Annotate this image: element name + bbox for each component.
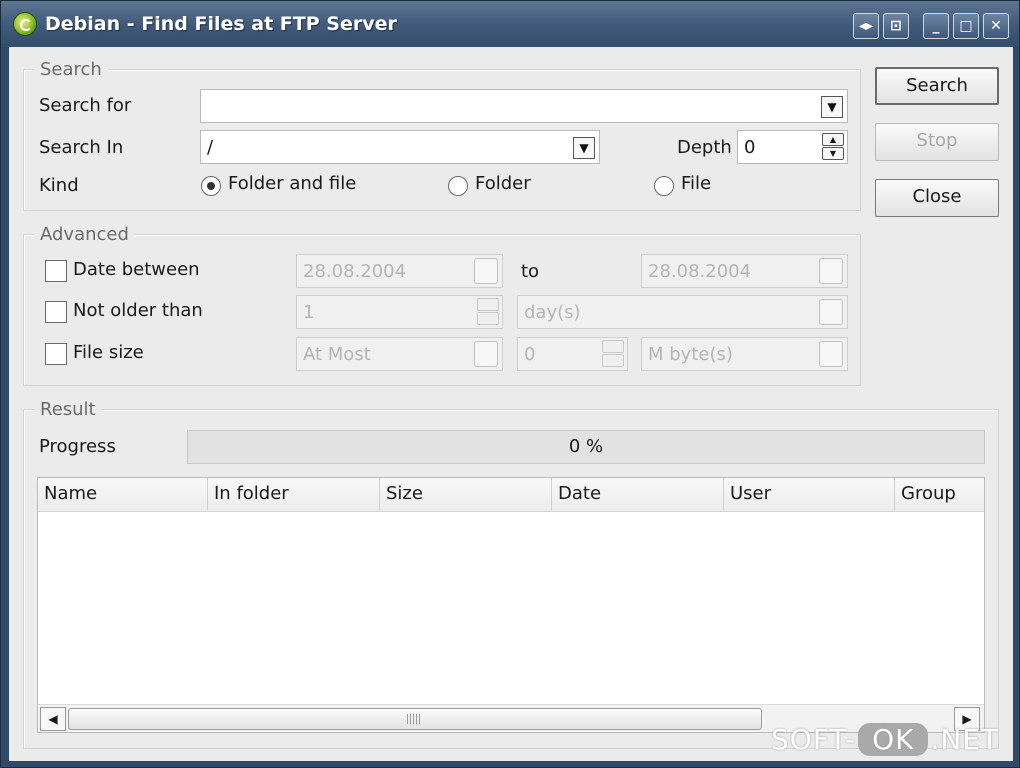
- progress-label: Progress: [39, 436, 116, 457]
- not-older-value: 1: [303, 302, 315, 323]
- calendar-icon[interactable]: [474, 258, 498, 284]
- dialog-client-area: Search Search for ▼ Search In / ▼ Depth …: [9, 47, 1013, 761]
- result-group-title: Result: [34, 399, 102, 420]
- spin-buttons[interactable]: [602, 340, 624, 368]
- watermark-middle: OK: [858, 723, 929, 756]
- spin-up-icon[interactable]: [602, 340, 624, 353]
- not-older-unit-combo[interactable]: day(s): [517, 295, 848, 329]
- date-from-value: 28.08.2004: [303, 261, 407, 282]
- watermark: SOFT- OK .NET: [771, 723, 999, 767]
- date-to-picker[interactable]: 28.08.2004: [641, 254, 848, 288]
- advanced-group-title: Advanced: [34, 224, 135, 245]
- scrollbar-thumb[interactable]: [68, 708, 762, 730]
- kind-radio-folder-and-file[interactable]: [201, 176, 221, 196]
- to-label: to: [521, 261, 540, 282]
- kind-option-file[interactable]: File: [681, 173, 711, 194]
- not-older-than-checkbox[interactable]: [45, 301, 67, 323]
- spin-buttons[interactable]: ▲ ▼: [822, 133, 844, 161]
- file-size-unit-value: M byte(s): [648, 344, 733, 365]
- dropdown-arrow-icon[interactable]: [474, 341, 498, 367]
- find-files-window: Debian - Find Files at FTP Server ◂▸ ⊡ _…: [0, 0, 1020, 768]
- results-list-header: Name In folder Size Date User Group: [38, 478, 984, 512]
- grip-icon: [407, 714, 421, 724]
- date-between-label[interactable]: Date between: [73, 259, 200, 280]
- file-size-label[interactable]: File size: [73, 342, 144, 363]
- not-older-unit-value: day(s): [524, 302, 581, 323]
- dropdown-arrow-icon[interactable]: [819, 299, 843, 325]
- column-header-name[interactable]: Name: [38, 478, 208, 512]
- depth-label: Depth: [677, 137, 732, 158]
- progress-text: 0 %: [568, 436, 604, 457]
- stop-button[interactable]: Stop: [875, 123, 999, 161]
- file-size-checkbox[interactable]: [45, 343, 67, 365]
- spin-up-icon[interactable]: ▲: [822, 133, 844, 146]
- file-size-mode-combo[interactable]: At Most: [296, 337, 503, 371]
- close-window-icon[interactable]: ✕: [983, 13, 1009, 39]
- not-older-than-label[interactable]: Not older than: [73, 300, 203, 321]
- app-icon: [13, 12, 37, 36]
- search-in-label: Search In: [39, 137, 124, 158]
- results-list[interactable]: Name In folder Size Date User Group ◀ ▶: [37, 477, 985, 733]
- spin-down-icon[interactable]: [477, 312, 499, 325]
- not-older-spinner[interactable]: 1: [296, 295, 503, 329]
- column-header-in-folder[interactable]: In folder: [208, 478, 380, 512]
- spin-up-icon[interactable]: [477, 298, 499, 311]
- file-size-unit-combo[interactable]: M byte(s): [641, 337, 848, 371]
- watermark-right: .NET: [930, 723, 1000, 756]
- title-bar[interactable]: Debian - Find Files at FTP Server ◂▸ ⊡ _…: [1, 1, 1019, 47]
- file-size-spinner[interactable]: 0: [517, 337, 628, 371]
- kind-radio-file[interactable]: [654, 176, 674, 196]
- date-between-checkbox[interactable]: [45, 260, 67, 282]
- column-header-size[interactable]: Size: [380, 478, 552, 512]
- column-header-date[interactable]: Date: [552, 478, 724, 512]
- search-in-value: /: [207, 137, 214, 158]
- shade-icon[interactable]: ◂▸: [853, 13, 879, 39]
- kind-radio-folder[interactable]: [448, 176, 468, 196]
- pin-icon[interactable]: ⊡: [883, 13, 909, 39]
- spin-down-icon[interactable]: ▼: [822, 147, 844, 160]
- search-in-combo[interactable]: / ▼: [200, 130, 600, 164]
- window-title: Debian - Find Files at FTP Server: [45, 13, 397, 35]
- dropdown-arrow-icon[interactable]: [819, 341, 843, 367]
- search-for-combo[interactable]: ▼: [200, 89, 848, 123]
- calendar-icon[interactable]: [819, 258, 843, 284]
- search-group-title: Search: [34, 59, 108, 80]
- minimize-icon[interactable]: _: [923, 13, 949, 39]
- kind-option-folder-and-file[interactable]: Folder and file: [228, 173, 356, 194]
- file-size-value: 0: [524, 344, 536, 365]
- dropdown-arrow-icon[interactable]: ▼: [821, 96, 843, 118]
- date-from-picker[interactable]: 28.08.2004: [296, 254, 503, 288]
- progress-bar: 0 %: [187, 430, 985, 464]
- spin-buttons[interactable]: [477, 298, 499, 326]
- depth-spinner[interactable]: 0 ▲ ▼: [737, 130, 848, 164]
- column-header-group[interactable]: Group: [895, 478, 984, 512]
- close-button[interactable]: Close: [875, 179, 999, 217]
- search-for-label: Search for: [39, 95, 132, 116]
- kind-label: Kind: [39, 175, 79, 196]
- kind-option-folder[interactable]: Folder: [475, 173, 531, 194]
- maximize-icon[interactable]: □: [953, 13, 979, 39]
- watermark-left: SOFT-: [771, 723, 857, 756]
- file-size-mode-value: At Most: [303, 344, 371, 365]
- date-to-value: 28.08.2004: [648, 261, 752, 282]
- depth-value: 0: [744, 137, 756, 158]
- spin-down-icon[interactable]: [602, 354, 624, 367]
- column-header-user[interactable]: User: [724, 478, 895, 512]
- scroll-left-icon[interactable]: ◀: [40, 707, 66, 731]
- search-button[interactable]: Search: [875, 67, 999, 105]
- dropdown-arrow-icon[interactable]: ▼: [573, 137, 595, 159]
